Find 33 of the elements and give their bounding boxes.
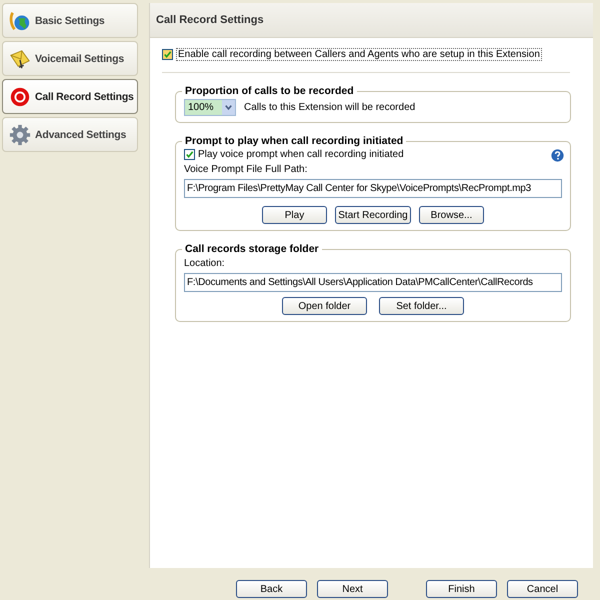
sidebar-item[interactable]: Call Record Settings (2, 79, 138, 114)
group-title: Proportion of calls to be recorded (184, 85, 355, 97)
action-button[interactable]: Browse... (419, 206, 484, 224)
folder-button[interactable]: Open folder (282, 297, 367, 315)
proportion-dropdown[interactable]: 100% (184, 99, 236, 116)
path-field[interactable]: F:\Program Files\PrettyMay Call Center for Skype\VoicePrompts\RecPrompt.mp3 (184, 179, 562, 198)
checkbox[interactable] (162, 49, 173, 60)
wizard-button[interactable]: Next (317, 580, 388, 598)
sidebar-item[interactable]: Basic Settings (2, 3, 138, 38)
group-title: Call records storage folder (184, 243, 320, 255)
wizard-button[interactable]: Cancel (507, 580, 578, 598)
panel-title: Call Record Settings (156, 14, 264, 26)
checkbox[interactable] (184, 149, 195, 160)
wizard-button[interactable]: Finish (426, 580, 497, 598)
action-button[interactable]: Play (262, 206, 327, 224)
wizard-button[interactable]: Back (236, 580, 307, 598)
location-field[interactable]: F:\Documents and Settings\All Users\Application Data\PMCallCenter\CallRecords (184, 273, 562, 292)
record-icon (9, 86, 31, 108)
checkbox-label: Enable call recording between Callers and Agents who are setup in this Extension (176, 48, 542, 61)
gear-icon (9, 124, 31, 146)
folder-button[interactable]: Set folder... (379, 297, 464, 315)
action-button[interactable]: Start Recording (335, 206, 411, 224)
dropdown-note: Calls to this Extension will be recorded (244, 102, 416, 113)
chevron-down-icon (224, 103, 233, 112)
sidebar-item[interactable]: Voicemail Settings (2, 41, 138, 76)
sidebar-item[interactable]: Advanced Settings (2, 117, 138, 152)
checkbox-label: Play voice prompt when call recording initiated (198, 149, 404, 160)
globe-phone-icon (9, 10, 31, 32)
help-icon[interactable] (551, 149, 564, 162)
group-title: Prompt to play when call recording initiated (184, 135, 404, 147)
field-label: Voice Prompt File Full Path: (184, 164, 308, 175)
envelope-icon (9, 48, 31, 70)
field-label: Location: (184, 258, 226, 269)
